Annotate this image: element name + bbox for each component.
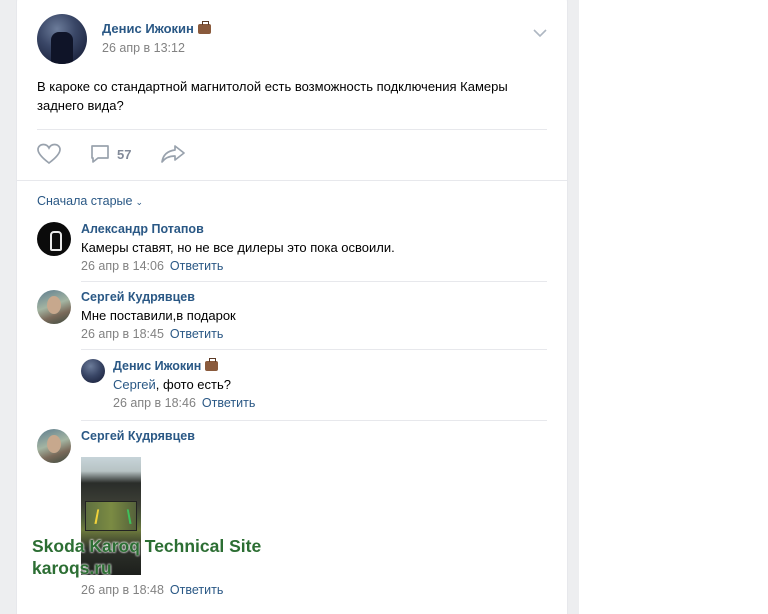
rear-camera-screen-image: [85, 501, 137, 531]
chevron-down-icon: ⌄: [135, 197, 144, 207]
like-button[interactable]: [37, 142, 61, 166]
comment-icon: [91, 145, 109, 163]
post-date[interactable]: 26 апр в 13:12: [102, 41, 185, 55]
post-card: Денис Ижокин 26 апр в 13:12 В кароке со …: [17, 0, 567, 614]
right-panel: [579, 0, 768, 614]
reply-button[interactable]: Ответить: [170, 327, 223, 341]
comment-date[interactable]: 26 апр в 18:45: [81, 327, 164, 341]
divider: [81, 349, 547, 350]
reply-button[interactable]: Ответить: [170, 583, 223, 597]
avatar[interactable]: [37, 222, 71, 256]
comment-meta: 26 апр в 18:46 Ответить: [113, 396, 255, 410]
post-header: Денис Ижокин 26 апр в 13:12: [37, 14, 547, 64]
comment-date[interactable]: 26 апр в 18:48: [81, 583, 164, 597]
reply-mention-link[interactable]: Сергей: [113, 377, 156, 392]
comment-date[interactable]: 26 апр в 18:46: [113, 396, 196, 410]
comment-author[interactable]: Сергей Кудрявцев: [81, 290, 195, 304]
comment-date[interactable]: 26 апр в 14:06: [81, 259, 164, 273]
divider: [81, 420, 547, 421]
comment-text: Камеры ставят, но не все дилеры это пока…: [81, 240, 395, 255]
divider: [17, 180, 567, 181]
comment-meta: 26 апр в 18:45 Ответить: [81, 327, 223, 341]
author-avatar[interactable]: [37, 14, 87, 64]
reply-button[interactable]: Ответить: [202, 396, 255, 410]
share-button[interactable]: [160, 142, 186, 166]
divider: [81, 281, 547, 282]
comment-meta: 26 апр в 18:48 Ответить: [81, 583, 223, 597]
comment-item: Сергей Кудрявцев Мне поставили,в подарок…: [37, 290, 547, 346]
share-icon: [161, 145, 185, 163]
comment-author[interactable]: Сергей Кудрявцев: [81, 429, 195, 443]
comments-sort-dropdown[interactable]: Сначала старые ⌄: [37, 194, 143, 208]
briefcase-emoji-icon: [197, 21, 211, 34]
post-actions: 57: [37, 142, 547, 166]
comment-text: Сергей, фото есть?: [113, 377, 231, 392]
chevron-down-icon[interactable]: [533, 26, 547, 40]
comment-meta: 26 апр в 14:06 Ответить: [81, 259, 223, 273]
comment-author[interactable]: Александр Потапов: [81, 222, 204, 236]
watermark-url: karoqs.ru: [32, 558, 112, 578]
comment-count: 57: [117, 146, 132, 162]
avatar[interactable]: [37, 290, 71, 324]
briefcase-emoji-icon: [205, 358, 219, 371]
reply-button[interactable]: Ответить: [170, 259, 223, 273]
avatar[interactable]: [81, 359, 105, 383]
watermark-title: Skoda Karoq Technical Site: [32, 536, 262, 556]
comment-text: Мне поставили,в подарок: [81, 308, 236, 323]
divider: [37, 129, 547, 130]
comment-author[interactable]: Денис Ижокин: [113, 358, 219, 373]
post-text: В кароке со стандартной магнитолой есть …: [37, 79, 508, 113]
heart-icon: [37, 143, 61, 165]
comment-item: Александр Потапов Камеры ставят, но не в…: [37, 222, 547, 278]
avatar[interactable]: [37, 429, 71, 463]
comment-reply-item: Денис Ижокин Сергей, фото есть? 26 апр в…: [81, 358, 547, 410]
comment-button[interactable]: 57: [89, 142, 131, 166]
post-author-name[interactable]: Денис Ижокин: [102, 21, 211, 36]
